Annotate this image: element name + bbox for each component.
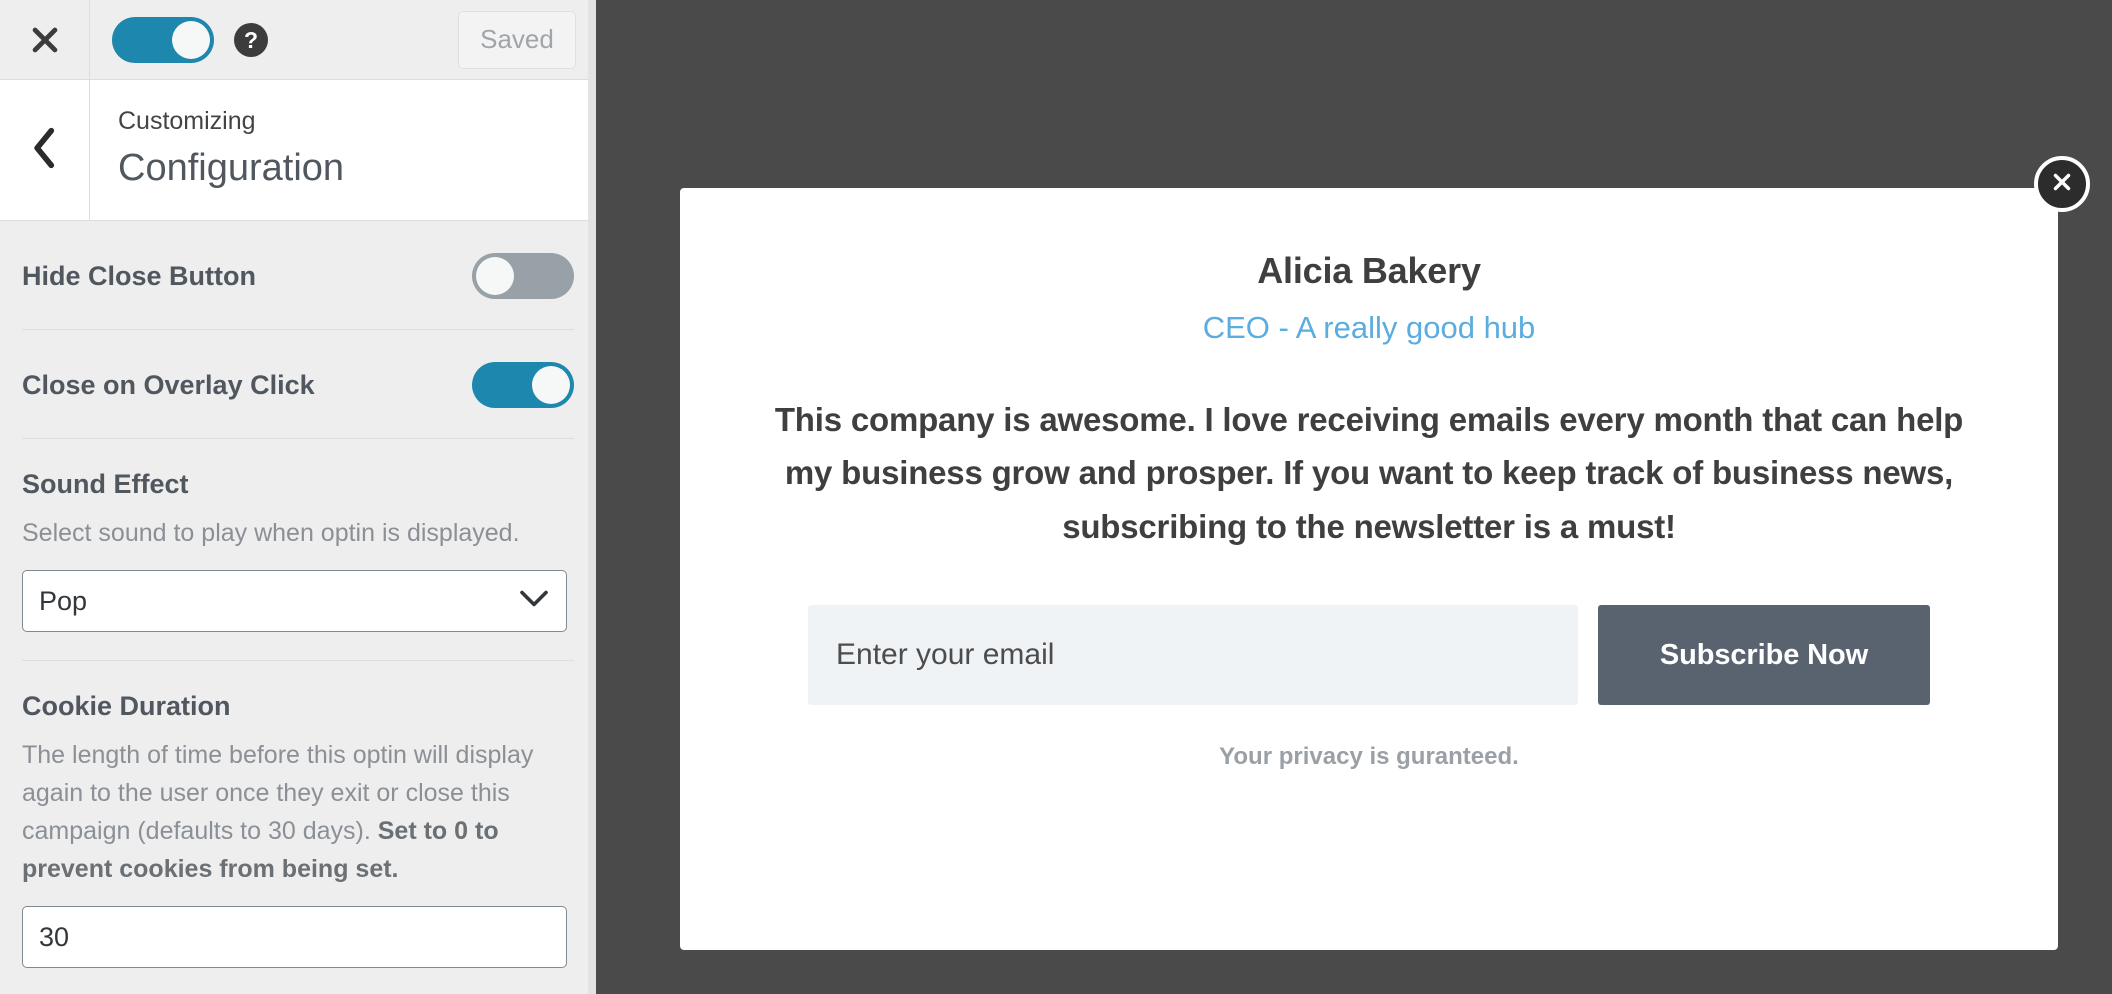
optin-popup-modal: Alicia Bakery CEO - A really good hub Th… bbox=[680, 156, 2090, 950]
close-customizer-button[interactable] bbox=[0, 0, 90, 80]
optin-author-name: Alicia Bakery bbox=[1257, 250, 1481, 291]
customizer-section-header: Customizing Configuration bbox=[0, 80, 596, 221]
control-cookie-duration: Cookie Duration The length of time befor… bbox=[22, 661, 574, 993]
page-title: Configuration bbox=[118, 146, 345, 189]
sound-effect-select[interactable]: Pop bbox=[22, 570, 567, 632]
topbar-content: ? Saved bbox=[90, 0, 596, 80]
close-on-overlay-click-toggle[interactable] bbox=[472, 362, 574, 408]
section-header-text: Customizing Configuration bbox=[90, 80, 596, 220]
control-description: Select sound to play when optin is displ… bbox=[22, 519, 520, 547]
toggle-knob bbox=[476, 257, 514, 295]
preview-device-toggle[interactable] bbox=[112, 16, 214, 63]
chevron-left-icon bbox=[30, 126, 60, 175]
customizer-controls-list: Hide Close Button Close on Overlay Click… bbox=[0, 221, 596, 993]
control-label: Cookie Duration bbox=[22, 691, 231, 721]
close-x-icon bbox=[28, 23, 62, 57]
question-mark-icon[interactable]: ? bbox=[234, 22, 268, 57]
optin-signup-form: Subscribe Now bbox=[768, 605, 1970, 705]
customizer-screen: ? Saved Customizing Configuration Hide C… bbox=[0, 0, 2112, 994]
close-circle-icon bbox=[2049, 169, 2075, 200]
optin-close-button[interactable] bbox=[2034, 156, 2090, 212]
cookie-duration-input[interactable] bbox=[22, 906, 567, 968]
control-label: Close on Overlay Click bbox=[22, 369, 315, 400]
control-label: Sound Effect bbox=[22, 469, 189, 499]
back-button[interactable] bbox=[0, 80, 90, 220]
control-label: Hide Close Button bbox=[22, 260, 256, 291]
select-value: Pop bbox=[39, 585, 88, 616]
preview-pane: Alicia Bakery CEO - A really good hub Th… bbox=[596, 0, 2112, 994]
control-hide-close-button: Hide Close Button bbox=[22, 221, 574, 330]
privacy-note: Your privacy is guranteed. bbox=[1219, 743, 1519, 770]
control-sound-effect: Sound Effect Select sound to play when o… bbox=[22, 439, 574, 661]
customizer-topbar: ? Saved bbox=[0, 0, 596, 80]
sidebar-right-edge bbox=[588, 0, 596, 994]
save-button[interactable]: Saved bbox=[458, 10, 576, 69]
optin-author-role: CEO - A really good hub bbox=[1202, 309, 1536, 345]
control-close-on-overlay-click: Close on Overlay Click bbox=[22, 330, 574, 439]
customizer-sidebar: ? Saved Customizing Configuration Hide C… bbox=[0, 0, 596, 994]
toggle-knob bbox=[172, 20, 210, 59]
email-input[interactable] bbox=[808, 605, 1578, 705]
toggle-knob bbox=[532, 366, 570, 404]
subscribe-button[interactable]: Subscribe Now bbox=[1598, 605, 1930, 705]
optin-testimonial-text: This company is awesome. I love receivin… bbox=[774, 400, 1964, 545]
breadcrumb-eyebrow: Customizing bbox=[118, 107, 256, 135]
hide-close-button-toggle[interactable] bbox=[472, 253, 574, 299]
control-description: The length of time before this optin wil… bbox=[22, 736, 574, 888]
optin-content: Alicia Bakery CEO - A really good hub Th… bbox=[680, 188, 2058, 771]
sound-effect-select-wrapper: Pop bbox=[22, 570, 567, 632]
